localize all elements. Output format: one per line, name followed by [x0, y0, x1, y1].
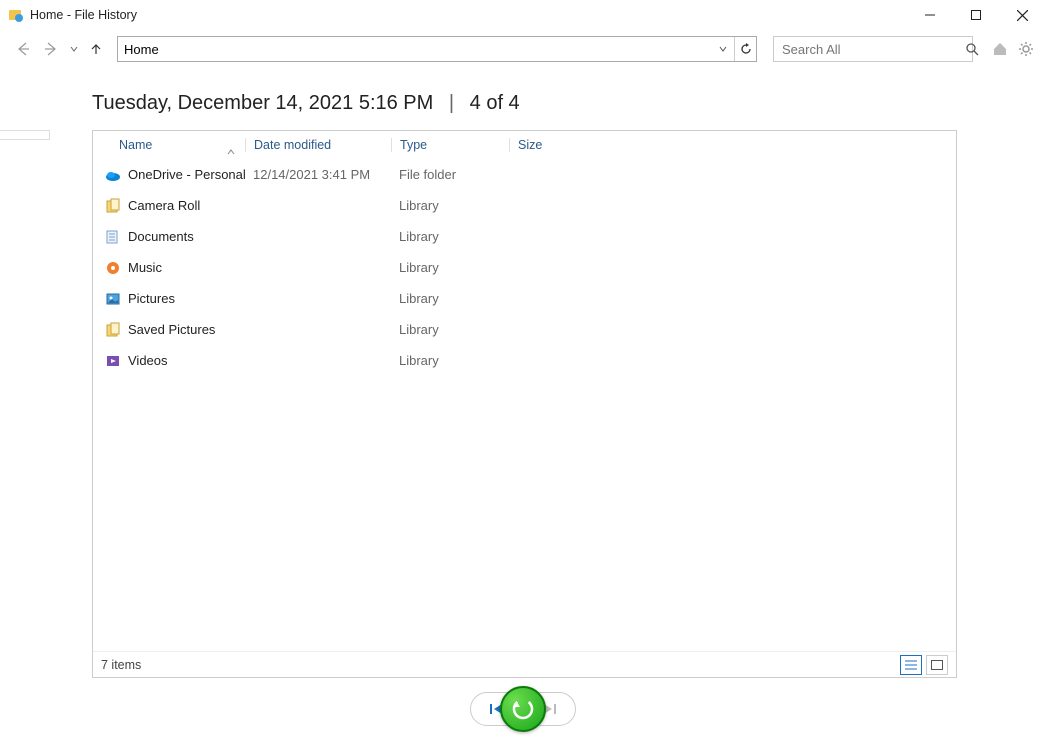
library-picture-icon — [105, 291, 121, 307]
history-controls — [0, 692, 1045, 726]
nav-bar — [0, 30, 1045, 68]
file-name-label: Videos — [128, 353, 168, 368]
file-name-label: Documents — [128, 229, 194, 244]
close-button[interactable] — [999, 0, 1045, 30]
back-button[interactable] — [12, 35, 34, 63]
address-dropdown-button[interactable] — [712, 37, 734, 61]
onedrive-icon — [105, 167, 121, 183]
home-button[interactable] — [989, 38, 1011, 60]
column-header-size[interactable]: Size — [509, 138, 587, 152]
file-name-label: Music — [128, 260, 162, 275]
column-header-name[interactable]: Name — [93, 138, 245, 152]
file-rows: OneDrive - Personal12/14/2021 3:41 PMFil… — [93, 159, 956, 651]
file-row[interactable]: OneDrive - Personal12/14/2021 3:41 PMFil… — [93, 159, 956, 190]
search-input[interactable] — [774, 42, 966, 57]
up-button[interactable] — [85, 35, 107, 63]
file-list-panel: Name Date modified Type Size OneDrive - … — [92, 130, 957, 678]
maximize-button[interactable] — [953, 0, 999, 30]
file-row[interactable]: Saved Pictures Library — [93, 314, 956, 345]
view-toggles — [900, 655, 948, 675]
file-name-cell: Documents — [93, 229, 245, 245]
file-type-cell: Library — [391, 291, 509, 306]
app-icon — [8, 7, 24, 23]
status-bar: 7 items — [93, 651, 956, 677]
sort-ascending-icon — [227, 145, 235, 159]
restore-button[interactable] — [500, 686, 546, 732]
file-row[interactable]: Camera Roll Library — [93, 190, 956, 221]
version-timestamp: Tuesday, December 14, 2021 5:16 PM — [92, 92, 433, 114]
column-headers: Name Date modified Type Size — [93, 131, 956, 159]
search-button[interactable] — [966, 43, 979, 56]
version-position: 4 of 4 — [470, 92, 520, 114]
file-type-cell: Library — [391, 260, 509, 275]
file-name-cell: Camera Roll — [93, 198, 245, 214]
item-count: 7 items — [101, 658, 141, 672]
file-name-cell: Saved Pictures — [93, 322, 245, 338]
details-view-button[interactable] — [900, 655, 922, 675]
window-title: Home - File History — [30, 8, 137, 22]
library-doc-icon — [105, 229, 121, 245]
address-input[interactable] — [118, 37, 712, 61]
forward-button[interactable] — [40, 35, 62, 63]
file-name-cell: Pictures — [93, 291, 245, 307]
settings-button[interactable] — [1015, 38, 1037, 60]
file-name-cell: OneDrive - Personal — [93, 167, 245, 183]
file-name-label: Pictures — [128, 291, 175, 306]
address-bar — [117, 36, 757, 62]
file-name-label: Camera Roll — [128, 198, 200, 213]
file-name-cell: Videos — [93, 353, 245, 369]
file-type-cell: Library — [391, 353, 509, 368]
library-music-icon — [105, 260, 121, 276]
file-row[interactable]: Music Library — [93, 252, 956, 283]
file-type-cell: Library — [391, 198, 509, 213]
refresh-button[interactable] — [734, 37, 756, 61]
recent-locations-button[interactable] — [68, 35, 79, 63]
minimize-button[interactable] — [907, 0, 953, 30]
file-name-cell: Music — [93, 260, 245, 276]
file-row[interactable]: Videos Library — [93, 345, 956, 376]
search-bar — [773, 36, 973, 62]
heading-separator: | — [449, 92, 454, 114]
library-yellow-icon — [105, 198, 121, 214]
column-header-date[interactable]: Date modified — [245, 138, 391, 152]
file-name-label: OneDrive - Personal — [128, 167, 245, 182]
version-heading: Tuesday, December 14, 2021 5:16 PM | 4 o… — [92, 92, 520, 115]
thumbnails-view-button[interactable] — [926, 655, 948, 675]
file-type-cell: Library — [391, 229, 509, 244]
left-pane-stub — [0, 130, 50, 140]
file-name-label: Saved Pictures — [128, 322, 215, 337]
file-date-cell: 12/14/2021 3:41 PM — [245, 167, 391, 182]
file-type-cell: File folder — [391, 167, 509, 182]
column-header-type[interactable]: Type — [391, 138, 509, 152]
toolbar-right — [989, 38, 1037, 60]
title-bar: Home - File History — [0, 0, 1045, 30]
window-controls — [907, 0, 1045, 30]
library-yellow-icon — [105, 322, 121, 338]
library-video-icon — [105, 353, 121, 369]
file-row[interactable]: Documents Library — [93, 221, 956, 252]
file-row[interactable]: Pictures Library — [93, 283, 956, 314]
file-type-cell: Library — [391, 322, 509, 337]
